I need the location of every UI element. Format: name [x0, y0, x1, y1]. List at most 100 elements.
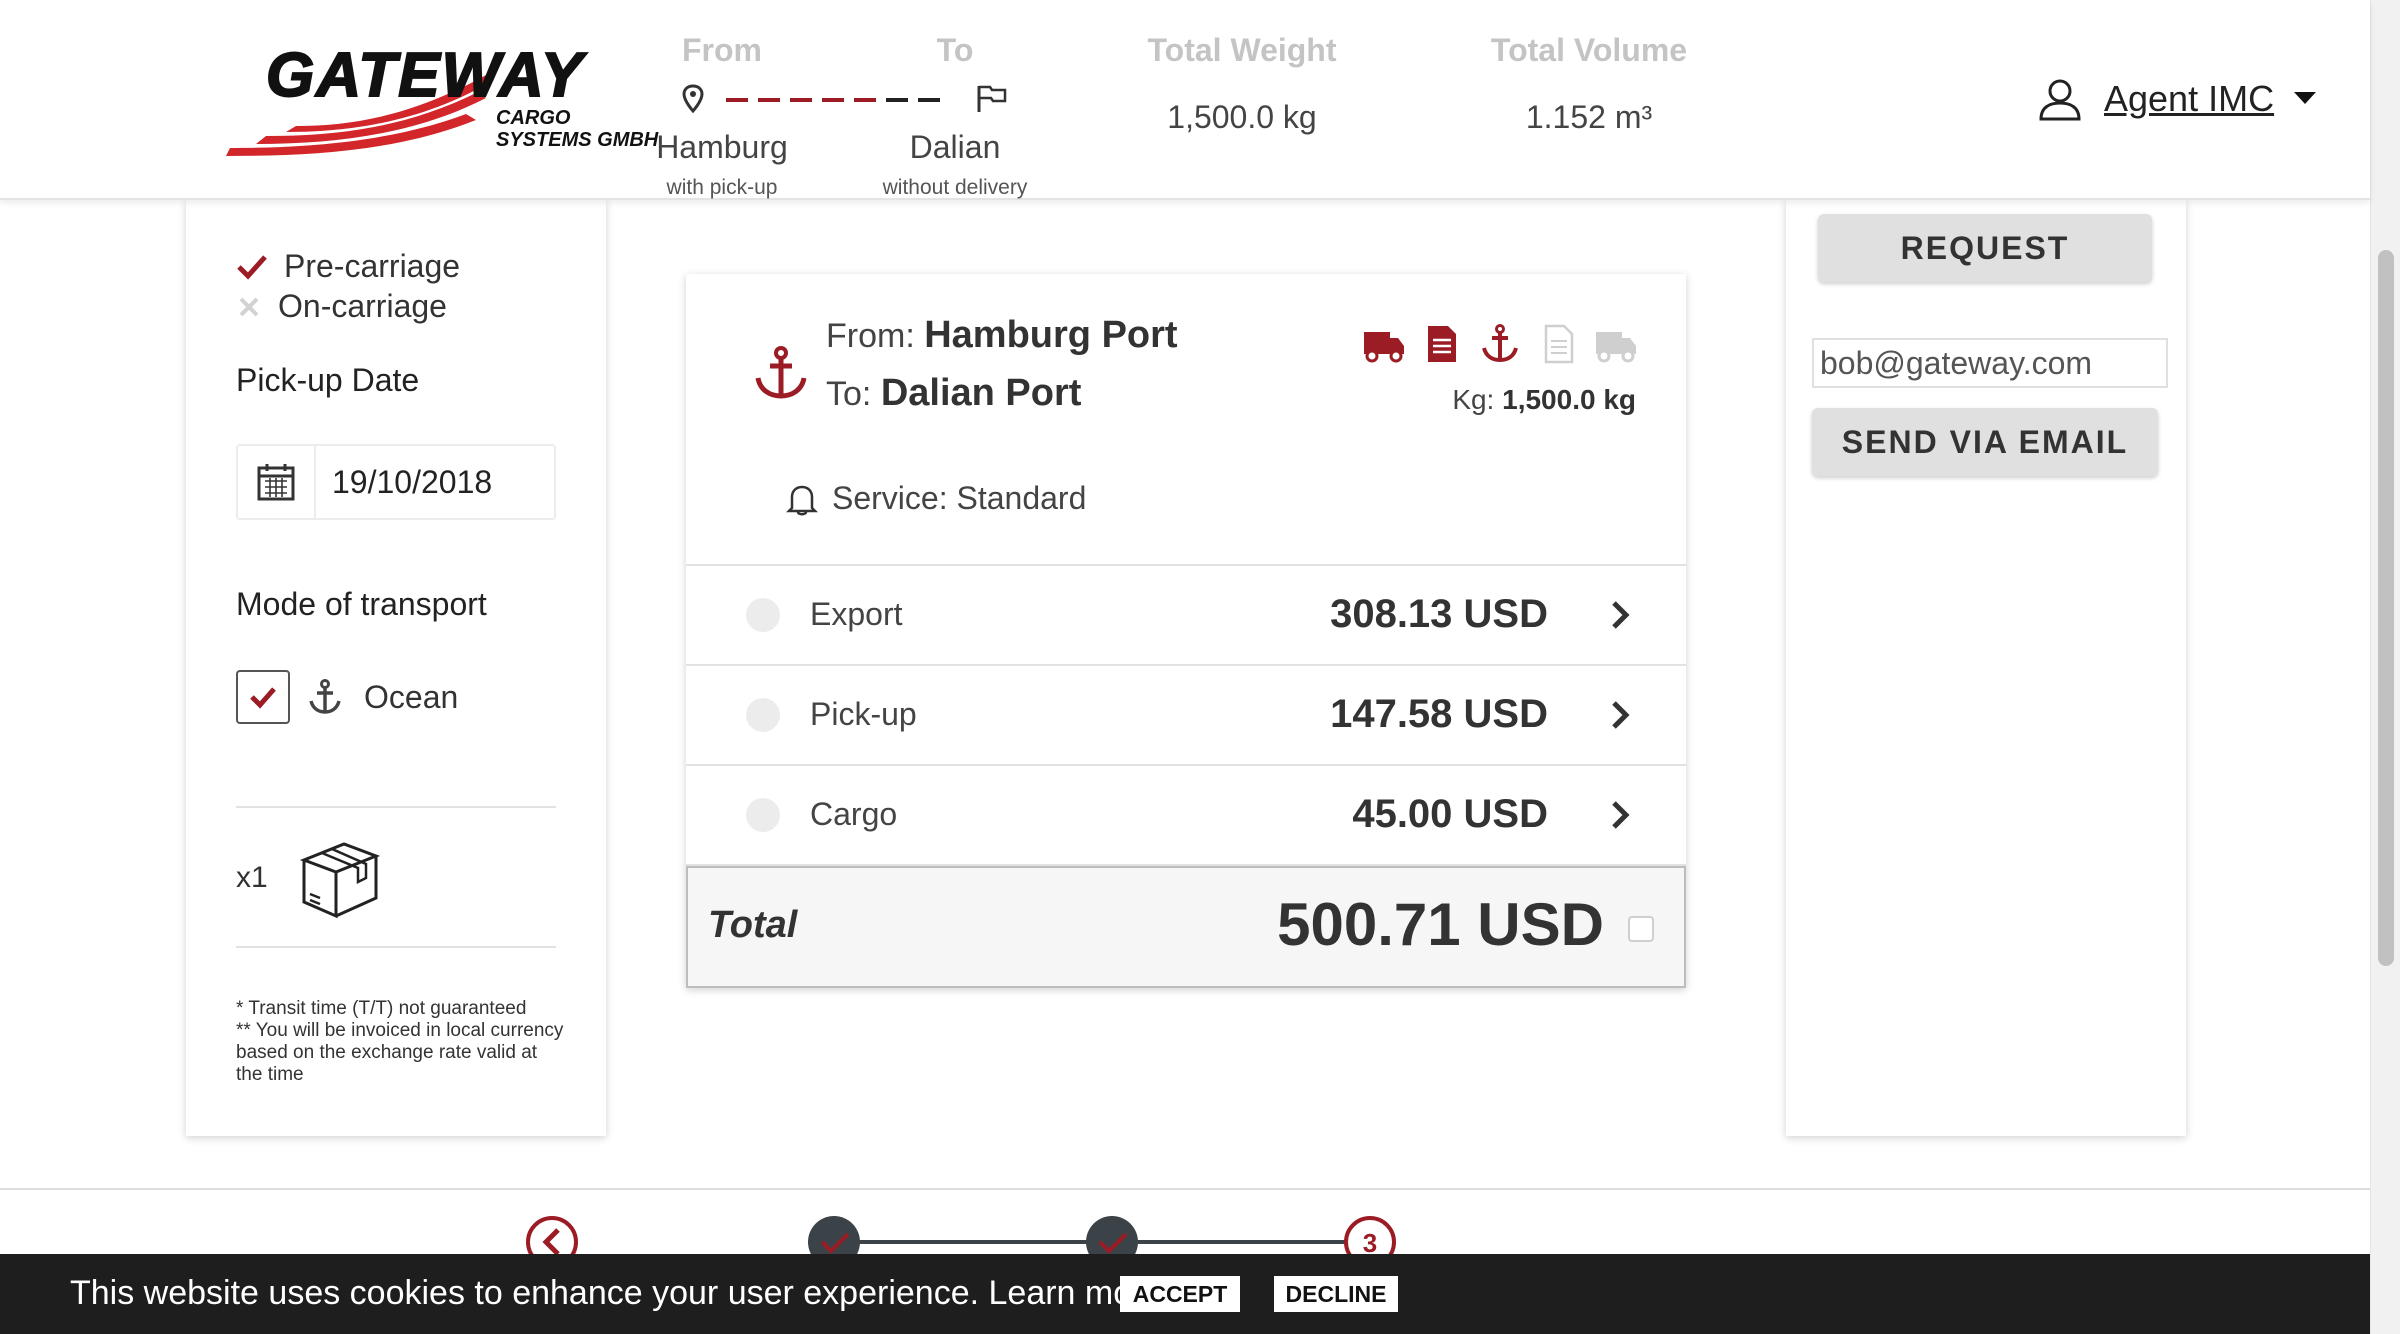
divider — [236, 946, 556, 948]
precarriage-option[interactable]: Pre-carriage — [236, 248, 460, 285]
pickup-date-field[interactable]: 19/10/2018 — [236, 444, 556, 520]
package-count: x1 — [236, 861, 268, 894]
cost-amount: 147.58 USD — [1330, 692, 1548, 736]
to-note: without delivery — [882, 176, 1028, 199]
agent-menu[interactable]: Agent IMC — [2038, 74, 2317, 124]
cookie-banner: This website uses cookies to enhance you… — [0, 1254, 2370, 1334]
header-to: To Dalian without delivery — [862, 32, 1048, 200]
from-prefix: From: — [826, 317, 915, 355]
cost-amount: 308.13 USD — [1330, 592, 1548, 636]
volume-label: Total Volume — [1490, 32, 1688, 68]
box-icon — [299, 842, 380, 919]
cost-row-cargo[interactable]: Cargo 45.00 USD — [686, 766, 1686, 866]
to-city: Dalian — [909, 129, 1001, 165]
ocean-mode-option[interactable]: Ocean — [236, 670, 458, 724]
cost-label: Cargo — [810, 796, 898, 832]
svg-text:SYSTEMS GMBH: SYSTEMS GMBH — [496, 129, 659, 151]
cost-row-export[interactable]: Export 308.13 USD — [686, 566, 1686, 666]
service-icons — [1362, 324, 1638, 364]
bell-icon — [786, 485, 818, 515]
top-header: GATEWAY CARGO SYSTEMS GMBH From Hamburg … — [0, 0, 2370, 200]
divider — [236, 806, 556, 808]
service-level: Service: Standard — [786, 480, 1086, 517]
from-port: Hamburg Port — [924, 314, 1178, 356]
quote-weight: Kg: 1,500.0 kg — [1452, 384, 1636, 416]
weight-label: Total Weight — [1147, 32, 1337, 68]
email-field[interactable] — [1812, 338, 2168, 388]
header-weight: Total Weight 1,500.0 kg — [1132, 32, 1352, 136]
total-amount: 500.71 USD — [1277, 891, 1604, 958]
cost-label: Pick-up — [810, 696, 917, 732]
calendar-icon — [257, 464, 295, 501]
location-pin-icon — [682, 84, 704, 114]
checkmark-icon — [237, 254, 267, 280]
chevron-right-icon[interactable] — [1610, 700, 1630, 730]
cost-label: Export — [810, 596, 903, 632]
oncarriage-option[interactable]: On-carriage — [236, 288, 447, 325]
truck-outline-icon — [1596, 332, 1636, 363]
request-button[interactable]: REQUEST — [1818, 214, 2152, 282]
document-outline-icon — [1544, 324, 1574, 364]
calendar-button[interactable] — [238, 446, 316, 518]
accept-cookies-button[interactable]: ACCEPT — [1120, 1276, 1240, 1312]
header-volume: Total Volume 1.152 m³ — [1476, 32, 1702, 136]
header-from: From Hamburg with pick-up — [642, 32, 802, 200]
page-scrollbar[interactable] — [2370, 0, 2400, 1334]
svg-text:CARGO: CARGO — [496, 107, 571, 129]
volume-value: 1.152 m³ — [1525, 99, 1653, 135]
quote-destination: To: Dalian Port — [826, 372, 1081, 415]
from-label: From — [682, 32, 762, 68]
actions-panel: REQUEST SEND VIA EMAIL — [1786, 200, 2186, 1136]
chevron-right-icon[interactable] — [1610, 800, 1630, 830]
ocean-label: Ocean — [364, 678, 459, 715]
note-transit: * Transit time (T/T) not guaranteed — [236, 998, 527, 1019]
to-port: Dalian Port — [880, 372, 1082, 414]
to-prefix: To: — [826, 375, 872, 413]
cost-row-pickup[interactable]: Pick-up 147.58 USD — [686, 666, 1686, 766]
quote-summary: From: Hamburg Port To: Dalian Port Kg: 1… — [686, 274, 1686, 566]
export-radio[interactable] — [746, 598, 780, 632]
gateway-logo[interactable]: GATEWAY CARGO SYSTEMS GMBH — [226, 44, 666, 156]
anchor-icon — [309, 679, 341, 714]
weight-value: 1,500.0 kg — [1167, 99, 1317, 135]
cookie-message[interactable]: This website uses cookies to enhance you… — [70, 1274, 1162, 1313]
kg-prefix: Kg: — [1452, 384, 1495, 415]
scrollbar-thumb[interactable] — [2378, 250, 2394, 966]
quote-origin: From: Hamburg Port — [826, 314, 1178, 357]
agent-name[interactable]: Agent IMC — [2104, 78, 2274, 120]
oncarriage-label: On-carriage — [278, 288, 447, 324]
checkmark-icon — [250, 687, 276, 709]
note-invoice: ** You will be invoiced in local currenc… — [236, 1020, 564, 1085]
anchor-icon — [1482, 324, 1518, 363]
total-label: Total — [708, 904, 798, 946]
from-note: with pick-up — [666, 176, 778, 199]
mode-of-transport-label: Mode of transport — [236, 586, 487, 622]
user-icon — [2039, 79, 2081, 121]
document-icon — [1428, 326, 1456, 362]
precarriage-label: Pre-carriage — [284, 248, 461, 284]
pickup-radio[interactable] — [746, 698, 780, 732]
total-checkbox[interactable] — [1628, 916, 1654, 942]
ocean-checkbox[interactable] — [236, 670, 290, 724]
caret-down-icon[interactable] — [2294, 92, 2317, 106]
options-panel: Pre-carriage On-carriage Pick-up Date 19… — [186, 200, 606, 1136]
footnotes: * Transit time (T/T) not guaranteed ** Y… — [236, 998, 566, 1086]
pickup-date-value[interactable]: 19/10/2018 — [316, 446, 492, 518]
cost-amount: 45.00 USD — [1352, 792, 1548, 836]
chevron-right-icon[interactable] — [1610, 600, 1630, 630]
anchor-icon — [755, 346, 807, 399]
service-text: Service: Standard — [832, 480, 1087, 516]
kg-value: 1,500.0 kg — [1502, 384, 1636, 415]
total-row: Total 500.71 USD — [686, 866, 1686, 988]
progress-stepper: 3 — [526, 1216, 1396, 1260]
truck-icon — [1364, 332, 1404, 363]
to-label: To — [936, 32, 974, 68]
cargo-radio[interactable] — [746, 798, 780, 832]
from-city: Hamburg — [656, 129, 788, 165]
send-email-button[interactable]: SEND VIA EMAIL — [1812, 408, 2158, 476]
cross-icon — [239, 297, 259, 316]
package-summary: x1 — [236, 836, 380, 920]
decline-cookies-button[interactable]: DECLINE — [1274, 1276, 1398, 1312]
pickup-date-label: Pick-up Date — [236, 362, 420, 398]
quote-card: From: Hamburg Port To: Dalian Port Kg: 1… — [686, 274, 1686, 988]
